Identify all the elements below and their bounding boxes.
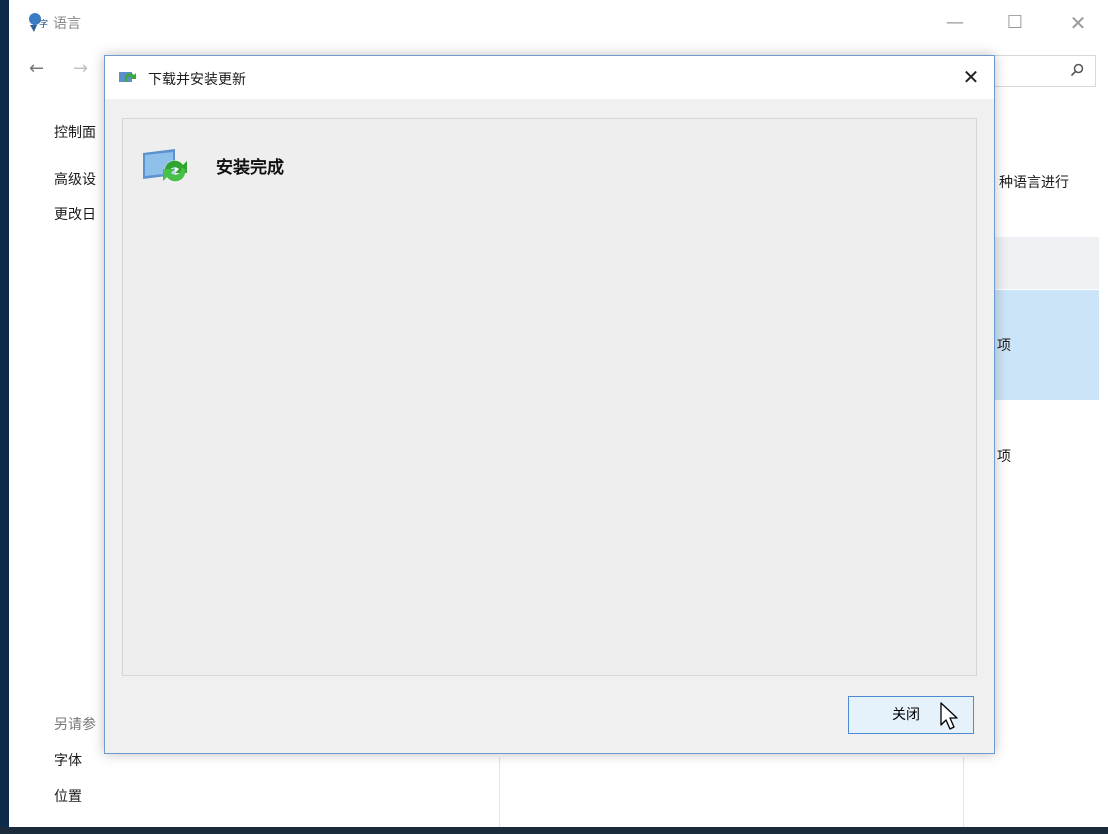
language-list-header xyxy=(986,237,1099,289)
see-also-link-location[interactable]: 位置 xyxy=(54,786,82,806)
status-panel: 安装完成 xyxy=(122,118,977,676)
install-complete-icon xyxy=(143,149,187,182)
search-icon xyxy=(1070,63,1084,77)
sidebar-link-change-date[interactable]: 更改日 xyxy=(54,204,96,224)
download-install-updates-dialog: 下载并安装更新 ✕ 安装完成 关闭 xyxy=(104,55,995,754)
row1-options-link[interactable]: 项 xyxy=(997,335,1011,355)
mouse-cursor-icon xyxy=(940,702,958,730)
update-icon xyxy=(119,72,136,82)
search-input[interactable] xyxy=(994,55,1096,87)
desktop-edge xyxy=(0,0,9,834)
dialog-title: 下载并安装更新 xyxy=(148,72,246,88)
forward-arrow-icon[interactable]: → xyxy=(73,58,88,79)
window-title: 语言 xyxy=(53,16,81,32)
see-also-link-fonts[interactable]: 字体 xyxy=(54,750,82,770)
close-window-button[interactable]: ✕ xyxy=(1058,8,1098,38)
maximize-button[interactable]: ☐ xyxy=(995,8,1035,38)
row2-options-link[interactable]: 项 xyxy=(997,446,1011,466)
dialog-title-bar: 下载并安装更新 ✕ xyxy=(105,56,994,99)
language-description-text: 种语言进行 xyxy=(999,175,1069,191)
back-arrow-icon[interactable]: ← xyxy=(29,58,44,79)
minimize-button[interactable]: — xyxy=(935,8,975,38)
title-bar: 字 语言 — ☐ ✕ xyxy=(9,0,1108,44)
taskbar-edge xyxy=(0,827,1108,834)
divider xyxy=(963,757,964,827)
sidebar-link-advanced-settings[interactable]: 高级设 xyxy=(54,169,96,189)
sidebar-link-control-panel[interactable]: 控制面 xyxy=(54,122,96,142)
see-also-heading: 另请参 xyxy=(54,717,96,733)
language-app-icon: 字 xyxy=(29,13,48,32)
dialog-close-icon[interactable]: ✕ xyxy=(948,56,994,99)
divider xyxy=(499,757,500,827)
install-complete-status: 安装完成 xyxy=(216,158,284,178)
svg-text:字: 字 xyxy=(39,18,48,30)
